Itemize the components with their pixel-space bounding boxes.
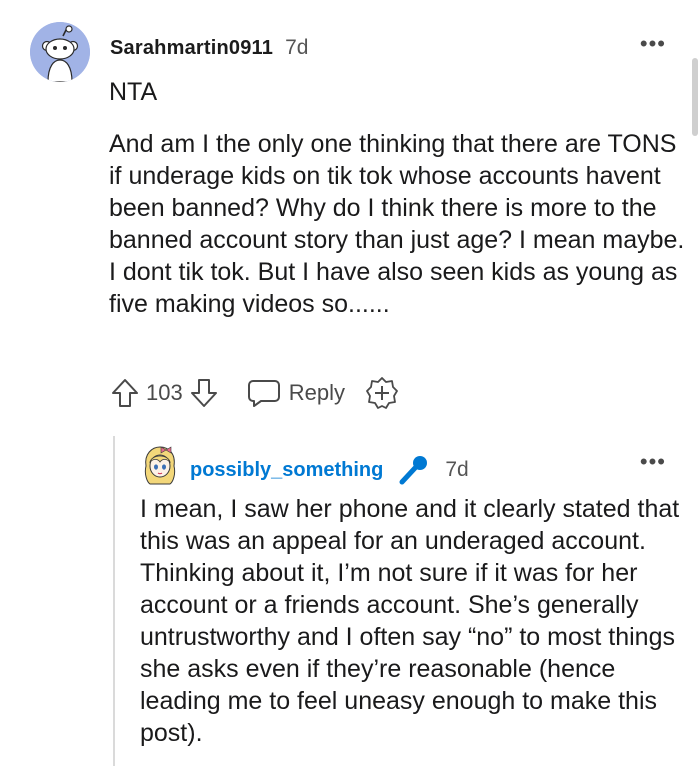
thread-line[interactable] [113,436,115,766]
comment-age: 7d [285,36,309,59]
reply-meta: possibly_something 7d [190,454,469,486]
avatar[interactable] [30,22,90,82]
microphone-icon [397,454,429,486]
comment-paragraph: And am I the only one thinking that ther… [109,130,685,318]
comment-actions: 103 Reply [110,373,399,413]
reply-username[interactable]: possibly_something [190,458,383,482]
comment-username[interactable]: Sarahmartin0911 [110,37,273,59]
comment-body: NTA And am I the only one thinking that … [109,76,689,320]
upvote-arrow-icon[interactable] [110,377,140,409]
scrollbar[interactable] [692,58,698,136]
reply-label: Reply [288,380,345,405]
anime-avatar-icon [144,446,176,485]
comment-paragraph: NTA [109,78,158,106]
snoo-avatar-icon [30,22,90,82]
vote-score: 103 [146,380,183,405]
more-dots-icon[interactable]: ••• [640,33,666,55]
award-plus-icon[interactable] [365,376,399,410]
reply-body: I mean, I saw her phone and it clearly s… [140,495,680,747]
more-dots-icon[interactable]: ••• [640,451,666,473]
comment-meta: Sarahmartin0911 7d [110,36,308,60]
chat-bubble-icon [247,378,281,408]
reply-age: 7d [445,458,469,481]
avatar[interactable] [140,444,180,486]
downvote-arrow-icon[interactable] [189,377,219,409]
reply-button[interactable]: Reply [247,378,345,408]
